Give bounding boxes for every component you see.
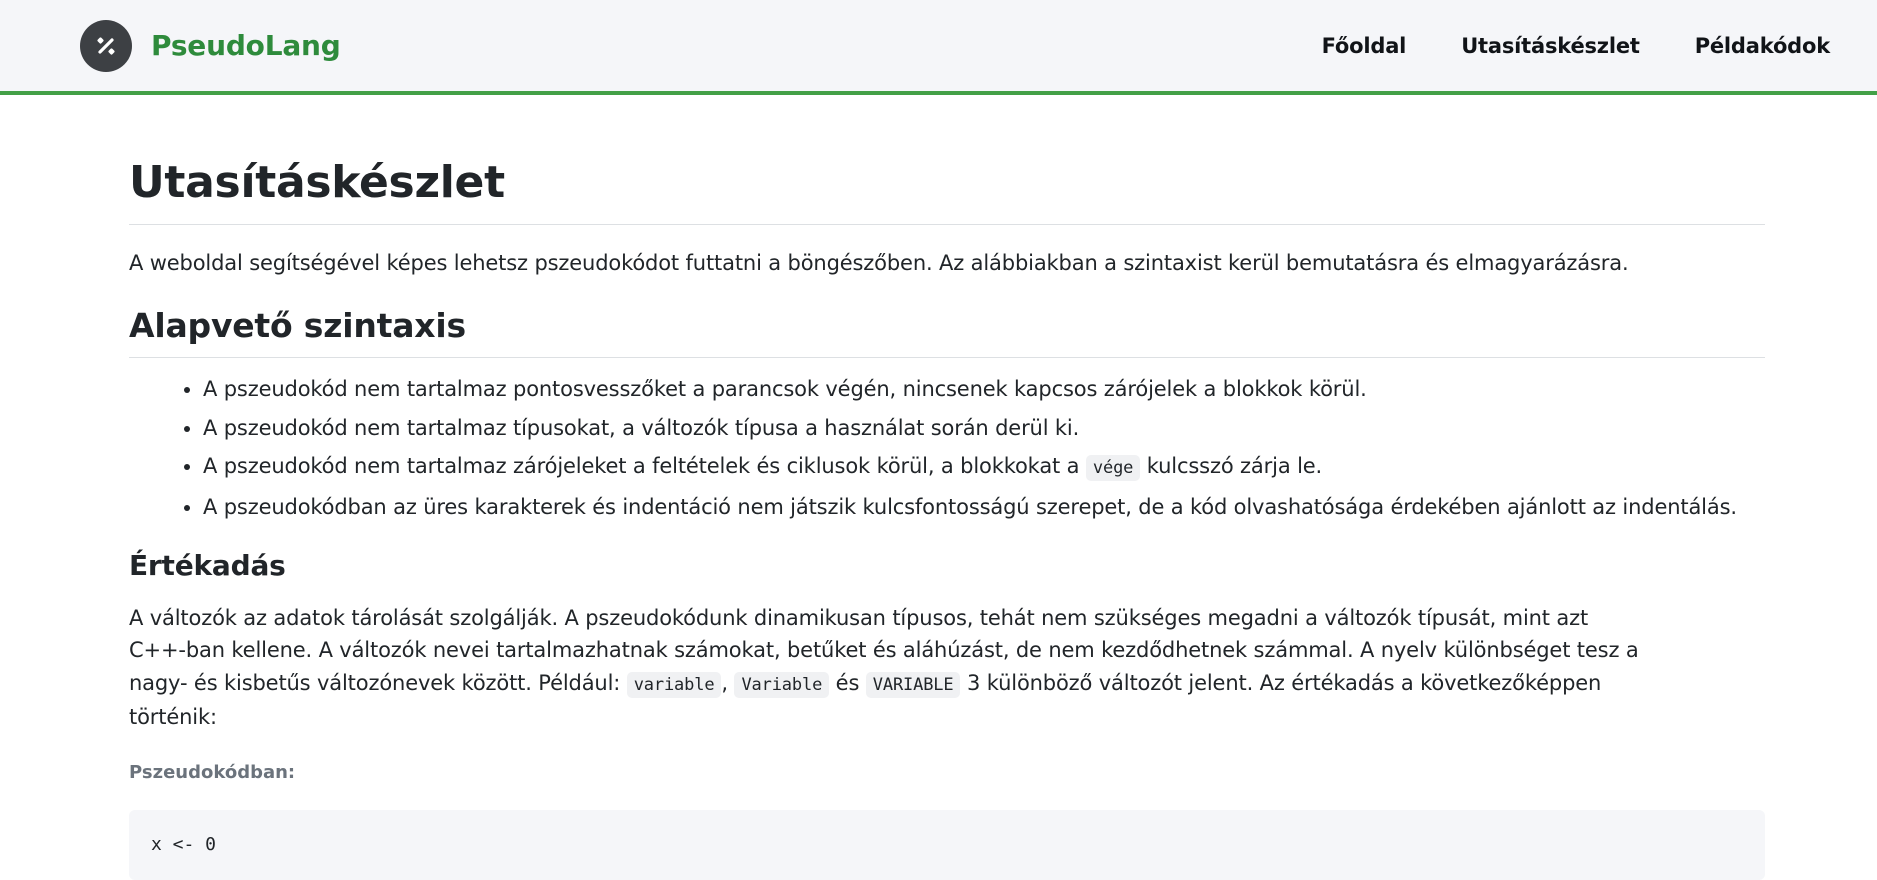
list-item: A pszeudokód nem tartalmaz típusokat, a … [203, 413, 1765, 443]
percent-icon [80, 19, 132, 72]
nav-link-examples[interactable]: Példakódok [1695, 34, 1830, 58]
intro-paragraph: A weboldal segítségével képes lehetsz ps… [129, 251, 1629, 275]
nav-link-instructions[interactable]: Utasításkészlet [1461, 34, 1640, 58]
separator-text: és [829, 670, 866, 695]
brand-name[interactable]: PseudoLang [151, 29, 341, 62]
list-item: A pszeudokód nem tartalmaz pontosvesszők… [203, 374, 1765, 404]
inline-code-variable-capitalized: Variable [734, 671, 830, 698]
nav-link-home[interactable]: Főoldal [1322, 34, 1407, 58]
inline-code-variable-uppercase: VARIABLE [865, 671, 961, 698]
list-item-text: A pszeudokód nem tartalmaz zárójeleket a… [203, 454, 1086, 478]
list-item-text: kulcsszó zárja le. [1140, 454, 1323, 478]
page-title: Utasításkészlet [129, 155, 1765, 225]
section-title-basic-syntax: Alapvető szintaxis [129, 304, 1765, 358]
top-navbar: PseudoLang Főoldal Utasításkészlet Példa… [0, 0, 1877, 95]
main-nav: Főoldal Utasításkészlet Példakódok [1267, 34, 1831, 58]
code-block: x <- 0 [129, 809, 1765, 880]
main-content: Utasításkészlet A weboldal segítségével … [0, 155, 1765, 880]
code-example-label: Pszeudokódban: [129, 761, 296, 783]
brand-link[interactable]: PseudoLang [80, 19, 341, 72]
list-item: A pszeudokódban az üres karakterek és in… [203, 492, 1765, 522]
assignment-paragraph: A változók az adatok tárolását szolgáljá… [129, 602, 1649, 734]
code-line: x <- 0 [151, 834, 217, 855]
syntax-rules-list: A pszeudokód nem tartalmaz pontosvesszők… [129, 374, 1765, 522]
list-item: A pszeudokód nem tartalmaz zárójeleket a… [203, 451, 1765, 483]
inline-code-vege: vége [1085, 455, 1141, 481]
separator-text: , [721, 670, 735, 695]
inline-code-variable: variable [626, 671, 722, 698]
section-title-assignment: Értékadás [129, 548, 286, 582]
